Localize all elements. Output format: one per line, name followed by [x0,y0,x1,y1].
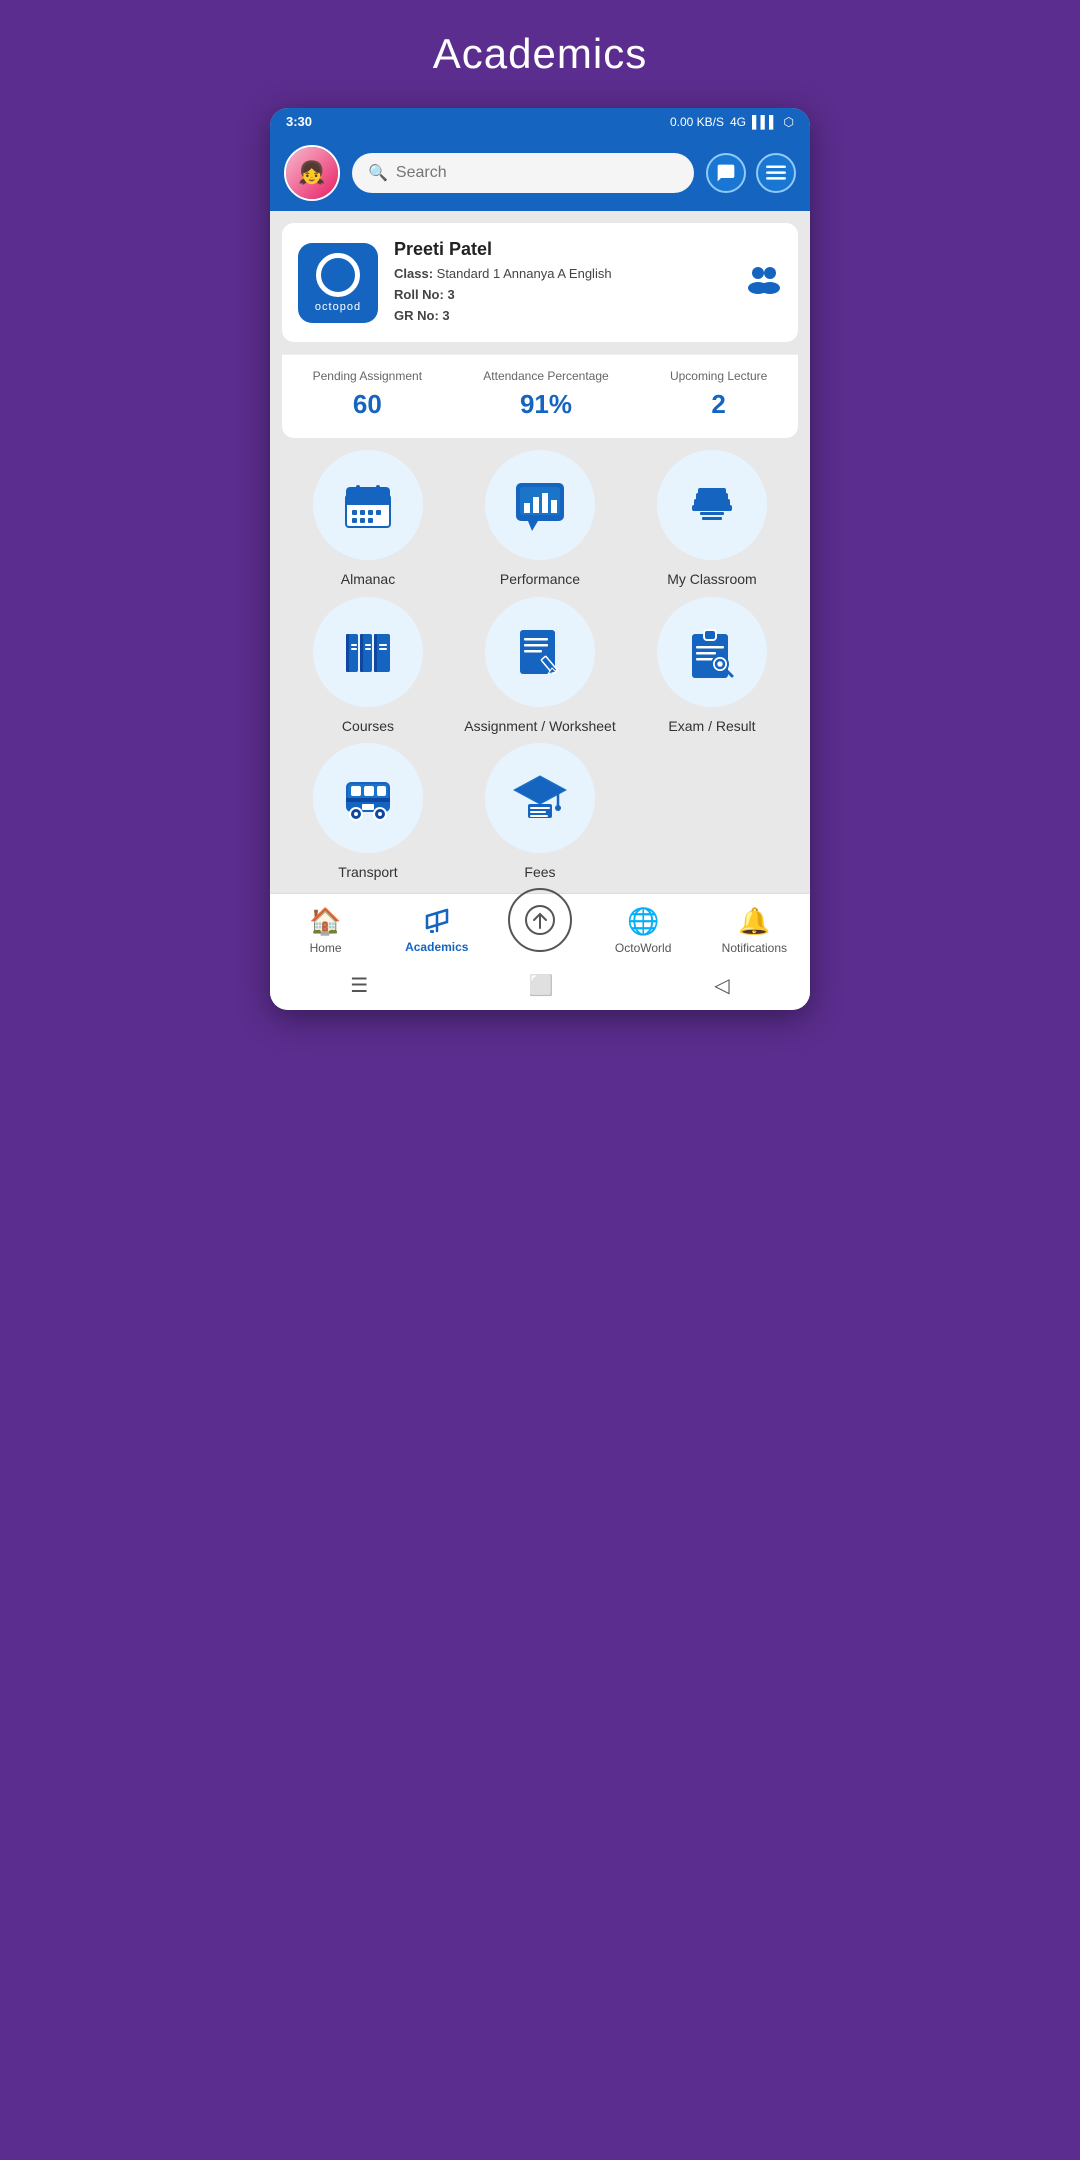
performance-icon-bg [485,450,595,560]
almanac-icon [338,475,398,535]
android-home-btn[interactable]: ⬜ [529,973,554,998]
group-icon [746,264,782,301]
performance-icon [510,475,570,535]
almanac-label: Almanac [341,570,395,588]
app-header: 👧 🔍 [270,135,810,211]
nav-center-button[interactable] [508,888,572,952]
my-classroom-icon [682,475,742,535]
profile-roll: Roll No: 3 [394,285,730,306]
stat-attendance-value: 91% [483,389,608,420]
nav-notifications[interactable]: 🔔 Notifications [714,906,794,955]
grid-item-my-classroom[interactable]: My Classroom [635,450,790,588]
exam-icon-bg [657,597,767,707]
octoworld-icon: 🌐 [627,906,659,937]
profile-gr: GR No: 3 [394,306,730,327]
stat-pending-value: 60 [313,389,422,420]
home-icon: 🏠 [309,906,341,937]
grid-menu: Almanac Performance [270,438,810,881]
phone-frame: 3:30 0.00 KB/S 4G ▌▌▌ ⬡ 👧 🔍 [270,108,810,1010]
stat-attendance: Attendance Percentage 91% [483,369,608,420]
exam-icon [682,622,742,682]
grid-row-2: Courses Assignment / Worksheet [282,597,798,735]
transport-label: Transport [338,863,397,881]
grid-item-almanac[interactable]: Almanac [291,450,446,588]
chat-icon-button[interactable] [706,153,746,193]
grid-item-fees[interactable]: Fees [463,743,618,881]
courses-icon-bg [313,597,423,707]
status-bar: 3:30 0.00 KB/S 4G ▌▌▌ ⬡ [270,108,810,135]
nav-octoworld-label: OctoWorld [615,941,671,955]
nav-octoworld[interactable]: 🌐 OctoWorld [603,906,683,955]
grid-item-transport[interactable]: Transport [291,743,446,881]
transport-icon-bg [313,743,423,853]
stat-attendance-label: Attendance Percentage [483,369,608,383]
courses-label: Courses [342,717,394,735]
octopod-logo: octopod [298,243,378,323]
performance-label: Performance [500,570,580,588]
almanac-icon-bg [313,450,423,560]
nav-academics[interactable]: Academics [397,906,477,954]
grid-item-performance[interactable]: Performance [463,450,618,588]
octopod-text: octopod [315,301,361,313]
android-menu-btn[interactable]: ☰ [350,973,368,998]
fees-icon-bg [485,743,595,853]
status-time: 3:30 [286,114,312,129]
octopod-ring [316,253,360,297]
grid-item-courses[interactable]: Courses [291,597,446,735]
android-back-btn[interactable]: ◁ [714,973,729,998]
header-icons [706,153,796,193]
stats-row: Pending Assignment 60 Attendance Percent… [282,354,798,438]
notifications-icon: 🔔 [738,906,770,937]
search-icon: 🔍 [368,163,388,183]
nav-academics-label: Academics [405,940,468,954]
stat-lecture-value: 2 [670,389,767,420]
fees-label: Fees [524,863,555,881]
profile-class: Class: Standard 1 Annanya A English [394,264,730,285]
nav-notifications-label: Notifications [722,941,787,955]
stat-pending-assignment: Pending Assignment 60 [313,369,422,420]
profile-info: Preeti Patel Class: Standard 1 Annanya A… [394,239,730,326]
profile-name: Preeti Patel [394,239,730,260]
assignment-icon-bg [485,597,595,707]
center-nav-icon [524,904,556,936]
android-nav: ☰ ⬜ ◁ [270,963,810,1010]
exam-result-label: Exam / Result [668,717,755,735]
academics-icon [422,906,452,936]
grid-item-assignment-worksheet[interactable]: Assignment / Worksheet [463,597,618,735]
grid-item-exam-result[interactable]: Exam / Result [635,597,790,735]
status-4g: 4G [730,115,746,129]
my-classroom-icon-bg [657,450,767,560]
nav-home[interactable]: 🏠 Home [286,906,366,955]
nav-home-label: Home [310,941,342,955]
status-signal: ▌▌▌ [752,115,778,129]
stat-pending-label: Pending Assignment [313,369,422,383]
search-bar[interactable]: 🔍 [352,153,694,193]
fees-icon [510,768,570,828]
page-title: Academics [433,30,647,78]
status-icons: 0.00 KB/S 4G ▌▌▌ ⬡ [670,115,794,129]
bottom-nav: 🏠 Home Academics 🌐 OctoWorld [270,893,810,963]
profile-card: octopod Preeti Patel Class: Standard 1 A… [282,223,798,342]
courses-icon [338,622,398,682]
grid-row-1: Almanac Performance [282,450,798,588]
stat-upcoming-lecture: Upcoming Lecture 2 [670,369,767,420]
stat-lecture-label: Upcoming Lecture [670,369,767,383]
user-avatar[interactable]: 👧 [284,145,340,201]
status-speed: 0.00 KB/S [670,115,724,129]
assignment-worksheet-label: Assignment / Worksheet [464,717,615,735]
status-battery: ⬡ [784,115,794,129]
grid-row-3: Transport [282,743,798,881]
assignment-icon [510,622,570,682]
menu-icon-button[interactable] [756,153,796,193]
search-input[interactable] [396,164,678,182]
my-classroom-label: My Classroom [667,570,756,588]
transport-icon [338,768,398,828]
